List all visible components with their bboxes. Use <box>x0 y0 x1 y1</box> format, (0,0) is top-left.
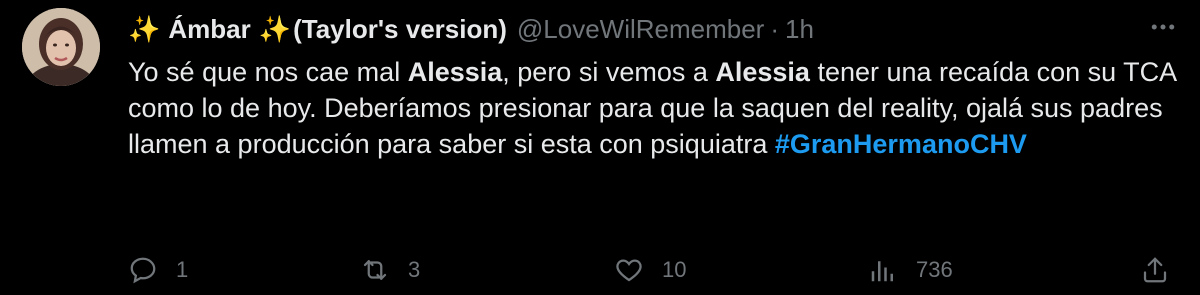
heart-icon <box>616 259 642 282</box>
bold-mention: Alessia <box>407 57 503 87</box>
views-button[interactable]: 736 <box>868 248 953 292</box>
bold-mention: Alessia <box>715 57 810 87</box>
share-icon <box>1143 257 1167 283</box>
avatar[interactable] <box>22 8 100 86</box>
share-button[interactable] <box>1140 248 1188 292</box>
retweet-button[interactable]: 3 <box>360 248 420 292</box>
retweet-count: 3 <box>408 257 421 282</box>
sparkle-emoji: ✨ <box>128 13 161 44</box>
retweet-icon <box>363 260 387 280</box>
reply-icon <box>130 257 156 284</box>
text-part: Yo sé que nos cae mal <box>128 57 408 87</box>
like-count: 10 <box>662 257 687 282</box>
timestamp[interactable]: 1h <box>785 14 814 45</box>
analytics-icon <box>871 261 893 282</box>
tweet-actions: 1 3 10 736 <box>128 248 1178 292</box>
display-name-text: Ámbar <box>168 13 251 44</box>
user-handle[interactable]: @LoveWilRemember <box>517 14 764 45</box>
display-name-suffix: (Taylor's version) <box>293 13 507 44</box>
reply-button[interactable]: 1 <box>128 248 188 292</box>
views-count: 736 <box>916 257 953 282</box>
like-button[interactable]: 10 <box>614 248 686 292</box>
ellipsis-icon[interactable] <box>1148 12 1178 49</box>
tweet-text: Yo sé que nos cae mal Alessia, pero si v… <box>128 54 1178 162</box>
text-part: , pero si vemos a <box>502 57 716 87</box>
tweet-card[interactable]: ✨ Ámbar ✨ (Taylor's version) @LoveWilRem… <box>0 0 1200 295</box>
sparkle-emoji: ✨ <box>258 13 292 44</box>
hashtag-link[interactable]: #GranHermanoCHV <box>775 129 1027 159</box>
tweet-header: ✨ Ámbar ✨ (Taylor's version) @LoveWilRem… <box>128 8 814 50</box>
reply-count: 1 <box>176 257 189 282</box>
display-name[interactable]: ✨ Ámbar ✨ (Taylor's version) <box>128 14 507 45</box>
separator-dot: · <box>770 13 780 44</box>
